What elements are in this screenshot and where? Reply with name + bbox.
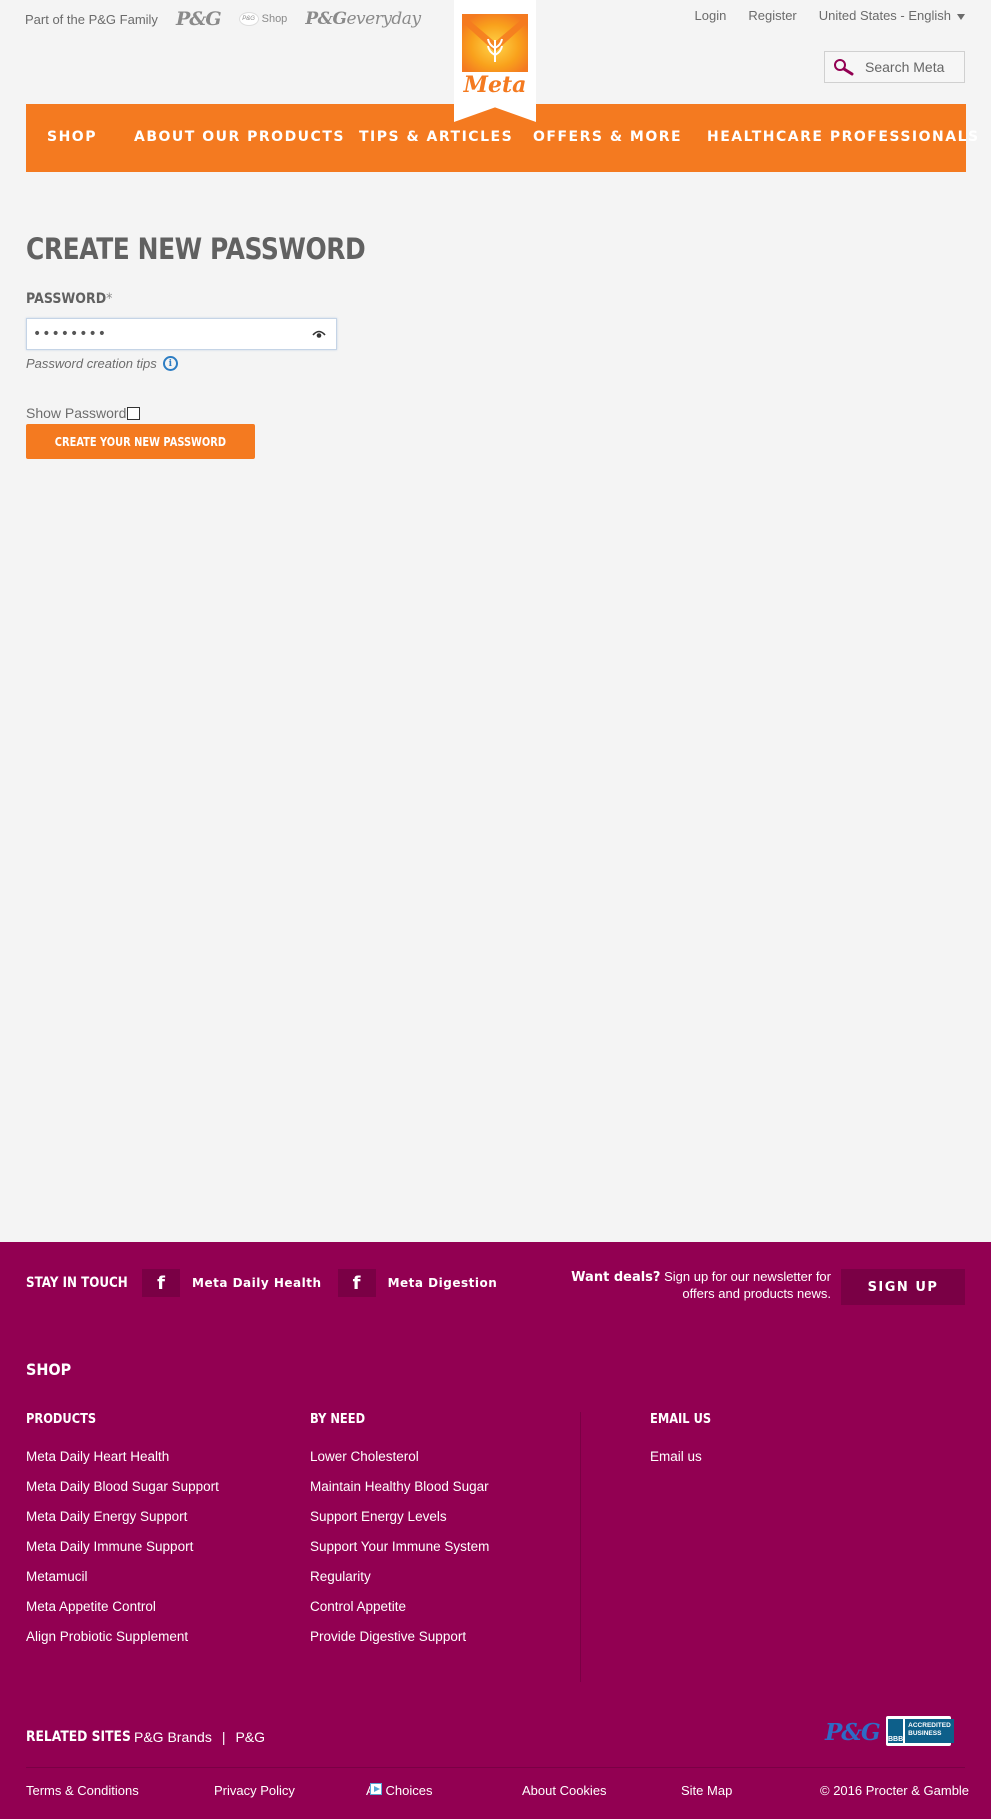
deals-text: Sign up for our newsletter for offers an… (664, 1269, 831, 1301)
footer-link[interactable]: Meta Daily Energy Support (26, 1509, 219, 1539)
footer-by-need-column: BY NEED Lower Cholesterol Maintain Healt… (310, 1412, 489, 1659)
footer-shop-heading: SHOP (26, 1360, 72, 1379)
footer-rule (26, 1767, 965, 1768)
password-tips: Password creation tips i (26, 356, 178, 371)
privacy-link[interactable]: Privacy Policy (214, 1783, 295, 1798)
products-heading: PRODUCTS (26, 1412, 97, 1427)
login-link[interactable]: Login (695, 8, 727, 23)
password-field-wrapper (26, 318, 337, 350)
pg-footer-logo[interactable]: P&G (825, 1719, 881, 1746)
stay-in-touch-heading: STAY IN TOUCH (26, 1275, 128, 1291)
related-link-pg-brands[interactable]: P&G Brands (134, 1729, 212, 1745)
terms-link[interactable]: Terms & Conditions (26, 1783, 139, 1798)
meta-logo-icon: Meta (462, 14, 528, 98)
brand-logo-text: Meta (463, 72, 527, 98)
footer-link[interactable]: Meta Daily Immune Support (26, 1539, 219, 1569)
deals-heading: Want deals? (571, 1270, 661, 1285)
main-nav: Shop About Our Products Tips & Articles … (26, 104, 978, 172)
footer-link[interactable]: Metamucil (26, 1569, 219, 1599)
bbb-seal-icon: BBB (888, 1719, 904, 1743)
footer-email-column: EMAIL US Email us (650, 1412, 719, 1479)
search-icon[interactable] (833, 58, 855, 76)
footer-link[interactable]: Meta Daily Heart Health (26, 1449, 219, 1479)
related-sites-heading: RELATED SITES (26, 1729, 131, 1745)
footer-link[interactable]: Lower Cholesterol (310, 1449, 489, 1479)
nav-item-tips-articles[interactable]: Tips & Articles (359, 129, 513, 145)
show-password-checkbox[interactable] (127, 406, 141, 420)
show-password-label: Show Password (26, 405, 127, 421)
search-input[interactable] (865, 59, 960, 75)
footer-link[interactable]: Maintain Healthy Blood Sugar (310, 1479, 489, 1509)
footer-link[interactable]: Control Appetite (310, 1599, 489, 1629)
stay-in-touch: STAY IN TOUCH f Meta Daily Health f Meta… (26, 1269, 507, 1297)
related-separator: | (221, 1729, 226, 1745)
bbb-accredited-text: ACCREDITED BUSINESS (905, 1719, 954, 1743)
ad-choices-icon (370, 1783, 382, 1795)
footer-link[interactable]: Meta Appetite Control (26, 1599, 219, 1629)
pg-everyday-bold: P&G (305, 9, 347, 29)
brand-logo[interactable]: Meta (454, 0, 536, 122)
pg-family-text: Part of the P&G Family (25, 11, 158, 27)
footer-link[interactable]: Support Your Immune System (310, 1539, 489, 1569)
about-cookies-link[interactable]: About Cookies (522, 1783, 607, 1798)
email-us-link[interactable]: Email us (650, 1449, 719, 1479)
related-link-pg[interactable]: P&G (235, 1729, 265, 1745)
info-icon[interactable]: i (162, 356, 178, 371)
required-mark: * (106, 291, 113, 307)
nav-item-healthcare-professionals[interactable]: Healthcare Professionals (707, 129, 980, 145)
sign-up-button[interactable]: SIGN UP (841, 1269, 965, 1305)
related-sites: RELATED SITES P&G Brands | P&G (26, 1729, 265, 1745)
nav-item-shop[interactable]: Shop (47, 129, 97, 145)
footer-divider (580, 1412, 581, 1682)
password-label-text: PASSWORD (26, 291, 107, 307)
email-us-heading: EMAIL US (650, 1412, 712, 1427)
pg-everyday-link[interactable]: P&Geveryday (305, 9, 421, 29)
facebook-icon[interactable]: f (142, 1269, 180, 1297)
by-need-heading: BY NEED (310, 1412, 366, 1427)
site-footer: STAY IN TOUCH f Meta Daily Health f Meta… (0, 1242, 991, 1819)
copyright: © 2016 Procter & Gamble (820, 1783, 970, 1798)
chevron-down-icon (957, 13, 965, 20)
password-tips-label: Password creation tips (26, 356, 157, 371)
account-links: Login Register United States - English (695, 8, 965, 23)
password-input[interactable] (33, 326, 312, 342)
password-label: PASSWORD* (26, 291, 112, 307)
pg-family-links: Part of the P&G Family P&G P&G Shop P&Ge… (25, 8, 421, 30)
footer-link[interactable]: Support Energy Levels (310, 1509, 489, 1539)
footer-products-column: PRODUCTS Meta Daily Heart Health Meta Da… (26, 1412, 219, 1659)
nav-item-offers-more[interactable]: Offers & More (533, 129, 682, 145)
footer-link[interactable]: Meta Daily Blood Sugar Support (26, 1479, 219, 1509)
locale-label: United States - English (818, 8, 951, 23)
register-link[interactable]: Register (748, 8, 796, 23)
pg-everyday-label: everyday (346, 9, 421, 29)
newsletter-promo: Want deals? Sign up for our newsletter f… (541, 1269, 831, 1302)
nav-item-about-our-products[interactable]: About Our Products (134, 129, 345, 145)
facebook-link-daily-health[interactable]: Meta Daily Health (192, 1276, 322, 1290)
create-password-label: Create your new password (54, 434, 227, 449)
footer-link[interactable]: Align Probiotic Supplement (26, 1629, 219, 1659)
eye-icon[interactable] (312, 329, 326, 339)
site-map-link[interactable]: Site Map (681, 1783, 732, 1798)
pg-shop-badge: P&G (238, 12, 259, 26)
bbb-accredited-badge[interactable]: BBB ACCREDITED BUSINESS (886, 1716, 954, 1746)
facebook-link-digestion[interactable]: Meta Digestion (388, 1276, 498, 1290)
search-box (824, 51, 965, 83)
create-password-button[interactable]: Create your new password (26, 424, 255, 459)
pg-shop-link[interactable]: P&G Shop (238, 12, 288, 26)
footer-link[interactable]: Provide Digestive Support (310, 1629, 489, 1659)
pg-logo-link[interactable]: P&G (176, 8, 222, 30)
page-title: CREATE NEW PASSWORD (26, 232, 366, 266)
facebook-icon[interactable]: f (337, 1269, 376, 1297)
footer-link[interactable]: Regularity (310, 1569, 489, 1599)
locale-selector[interactable]: United States - English (819, 8, 965, 23)
pg-shop-label: Shop (261, 13, 288, 25)
show-password-toggle[interactable]: Show Password (26, 405, 141, 421)
